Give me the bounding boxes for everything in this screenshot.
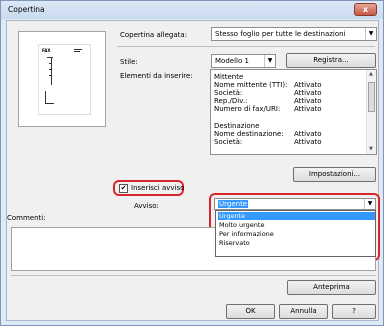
list-item: Mittente [214, 73, 244, 81]
list-item-value: Attivato [294, 105, 322, 113]
title-bar: Copertina x [1, 1, 383, 19]
preview-line [49, 75, 51, 76]
close-button[interactable]: x [354, 3, 377, 16]
cover-attached-label: Copertina allegata: [120, 31, 188, 39]
notice-option[interactable]: Riservato [218, 239, 375, 247]
chevron-down-icon: ▼ [364, 199, 375, 209]
preview-line [74, 51, 80, 52]
list-item: Società: [214, 138, 243, 146]
chevron-down-icon: ▼ [264, 55, 275, 67]
list-item-value: Attivato [294, 89, 322, 97]
list-item: Nome mittente (TTI): [214, 81, 288, 89]
preview-page: FAX [38, 44, 91, 115]
preview-fax-label: FAX [42, 48, 51, 53]
notice-value: Urgente [218, 200, 249, 208]
notice-options-list[interactable]: Urgente Molto urgente Per informazione R… [215, 210, 376, 257]
preview-line [45, 103, 54, 104]
notice-label: Avviso: [134, 202, 159, 210]
list-item: Rep./Div.: [214, 97, 248, 105]
list-item-value: Attivato [294, 130, 322, 138]
notice-option[interactable]: Urgente [218, 212, 375, 220]
list-scrollbar[interactable]: ▲ ▼ [366, 70, 376, 154]
preview-line [51, 57, 52, 85]
chevron-down-icon: ▼ [365, 28, 376, 40]
list-item-value: Attivato [294, 138, 322, 146]
style-value: Modello 1 [215, 57, 249, 65]
list-item: Nome destinazione: [214, 130, 284, 138]
preview-button[interactable]: Anteprima [287, 280, 376, 295]
notice-option[interactable]: Molto urgente [218, 221, 375, 229]
list-item: Numero di fax/URI: [214, 105, 281, 113]
cover-attached-select[interactable]: Stesso foglio per tutte le destinazioni … [211, 27, 377, 41]
window-title: Copertina [8, 5, 45, 14]
scroll-thumb[interactable] [368, 82, 375, 112]
preview-line [49, 69, 51, 70]
divider [117, 46, 375, 47]
list-item: Destinazione [214, 122, 260, 130]
register-button[interactable]: Registra... [286, 53, 376, 68]
cover-attached-value: Stesso foglio per tutte le destinazioni [215, 30, 346, 38]
notice-select[interactable]: Urgente ▼ [214, 198, 376, 210]
comments-label: Commenti: [7, 214, 46, 222]
insert-notice-label[interactable]: Inserisci avviso [131, 184, 184, 192]
elements-label: Elementi da inserire: [120, 72, 193, 80]
notice-option[interactable]: Per informazione [218, 230, 375, 238]
style-label: Stile: [120, 58, 138, 66]
cover-preview: FAX [18, 31, 106, 127]
insert-notice-checkbox[interactable]: ✔ [119, 184, 128, 193]
scroll-up-icon[interactable]: ▲ [369, 71, 373, 77]
ok-button[interactable]: OK [226, 304, 275, 319]
settings-button[interactable]: Impostazioni... [293, 167, 376, 182]
list-item-value: Attivato [294, 97, 322, 105]
divider [11, 275, 376, 276]
cancel-button[interactable]: Annulla [279, 304, 328, 319]
style-select[interactable]: Modello 1 ▼ [211, 54, 276, 68]
dialog-window: Copertina x FAX Copertina allegata: Stes… [0, 0, 384, 326]
dialog-client-area: FAX Copertina allegata: Stesso foglio pe… [6, 20, 380, 321]
preview-line [45, 91, 46, 103]
list-item: Società: [214, 89, 243, 97]
preview-line [47, 57, 53, 58]
elements-list[interactable]: Mittente Nome mittente (TTI): Attivato S… [210, 69, 377, 155]
help-button[interactable]: ? [332, 304, 376, 319]
scroll-down-icon[interactable]: ▼ [369, 146, 373, 152]
preview-line [74, 49, 82, 50]
preview-line [49, 63, 51, 64]
list-item-value: Attivato [294, 81, 322, 89]
